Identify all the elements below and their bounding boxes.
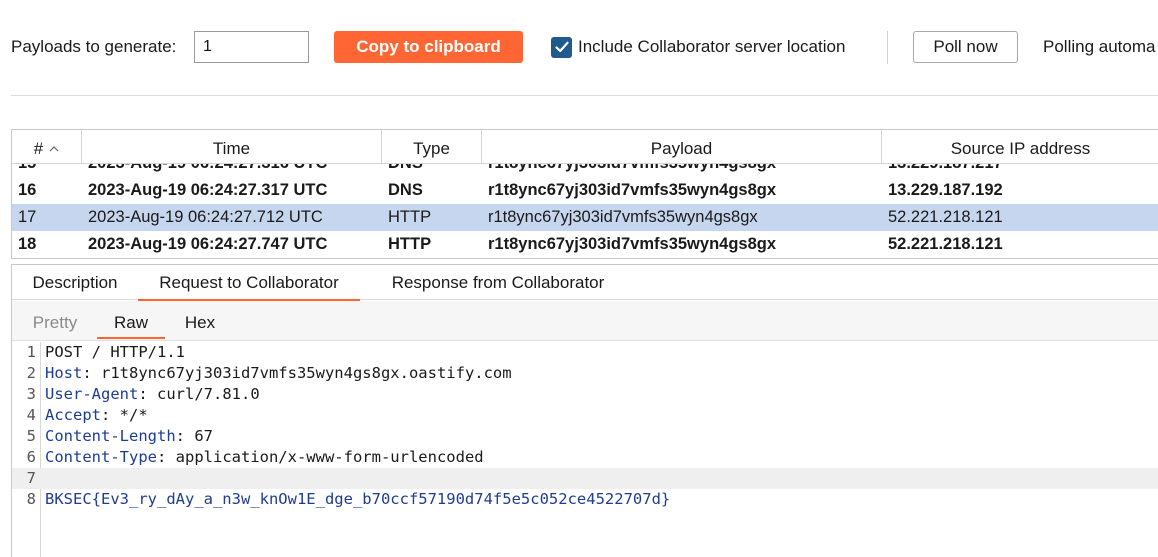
line-number: 6 xyxy=(26,448,36,466)
message-view-tabs: Pretty Raw Hex xyxy=(12,301,1158,341)
interactions-table: # Time Type Payload Source IP address 15… xyxy=(11,129,1158,259)
column-header-number[interactable]: # xyxy=(12,130,82,164)
include-location-checkbox[interactable]: Include Collaborator server location xyxy=(551,35,845,59)
code-line-current[interactable]: 7 xyxy=(12,468,1158,489)
raw-request-editor[interactable]: 1 POST / HTTP/1.1 2 Host: r1t8ync67yj303… xyxy=(12,342,1158,557)
cell-time: 2023-Aug-19 06:24:27.317 UTC xyxy=(88,181,328,199)
cell-source-ip: 52.221.218.121 xyxy=(888,208,1003,226)
toolbar-divider xyxy=(887,31,888,64)
cell-time: 2023-Aug-19 06:24:27.747 UTC xyxy=(88,235,328,253)
code-line[interactable]: 5 Content-Length: 67 xyxy=(12,426,1158,447)
subtab-raw[interactable]: Raw xyxy=(97,311,165,341)
cell-number: 18 xyxy=(18,235,37,253)
request-body: BKSEC{Ev3_ry_dAy_a_n3w_knOw1E_dge_b70ccf… xyxy=(45,490,671,508)
code-line[interactable]: 3 User-Agent: curl/7.81.0 xyxy=(12,384,1158,405)
line-number: 3 xyxy=(26,385,36,403)
subtab-pretty[interactable]: Pretty xyxy=(24,311,86,341)
cell-source-ip: 52.221.218.121 xyxy=(888,235,1003,253)
request-line: POST / HTTP/1.1 xyxy=(45,343,185,361)
header-name: Content-Length xyxy=(45,427,176,445)
cell-type: HTTP xyxy=(388,208,432,226)
header-name: Host xyxy=(45,364,83,382)
line-number: 8 xyxy=(26,490,36,508)
cell-number: 16 xyxy=(18,181,37,199)
polling-automatically-label: Polling automa xyxy=(1043,37,1156,56)
line-number: 1 xyxy=(26,343,36,361)
tab-description[interactable]: Description xyxy=(18,265,132,300)
interaction-detail-pane: Description Request to Collaborator Resp… xyxy=(11,264,1158,557)
code-line[interactable]: 6 Content-Type: application/x-www-form-u… xyxy=(12,447,1158,468)
poll-now-button[interactable]: Poll now xyxy=(913,31,1018,63)
table-row[interactable]: 16 2023-Aug-19 06:24:27.317 UTC DNS r1t8… xyxy=(12,177,1158,204)
column-header-type[interactable]: Type xyxy=(382,130,482,164)
table-header: # Time Type Payload Source IP address xyxy=(12,130,1158,164)
header-name: Content-Type xyxy=(45,448,157,466)
include-location-label: Include Collaborator server location xyxy=(578,37,846,56)
cell-payload: r1t8ync67yj303id7vmfs35wyn4gs8gx xyxy=(488,235,777,253)
subtab-hex[interactable]: Hex xyxy=(168,311,232,341)
code-line[interactable]: 2 Host: r1t8ync67yj303id7vmfs35wyn4gs8gx… xyxy=(12,363,1158,384)
line-number: 2 xyxy=(26,364,36,382)
line-number: 4 xyxy=(26,406,36,424)
header-name: Accept xyxy=(45,406,101,424)
cell-type: DNS xyxy=(388,181,423,199)
column-header-source-ip[interactable]: Source IP address xyxy=(882,130,1158,164)
payloads-count-input[interactable] xyxy=(194,31,309,63)
table-body: 15 2023-Aug-19 06:24:27.316 UTC DNS r1t8… xyxy=(12,150,1158,258)
header-value: */* xyxy=(119,406,148,424)
table-row-selected[interactable]: 17 2023-Aug-19 06:24:27.712 UTC HTTP r1t… xyxy=(12,204,1158,231)
column-header-payload[interactable]: Payload xyxy=(482,130,882,164)
cell-payload: r1t8ync67yj303id7vmfs35wyn4gs8gx xyxy=(488,208,758,226)
toolbar-divider-horizontal xyxy=(11,95,1158,96)
cell-type: HTTP xyxy=(388,235,432,253)
code-line[interactable]: 4 Accept: */* xyxy=(12,405,1158,426)
code-line[interactable]: 8 BKSEC{Ev3_ry_dAy_a_n3w_knOw1E_dge_b70c… xyxy=(12,489,1158,510)
cell-payload: r1t8ync67yj303id7vmfs35wyn4gs8gx xyxy=(488,181,777,199)
cell-number: 17 xyxy=(18,208,37,226)
tab-response-from-collaborator[interactable]: Response from Collaborator xyxy=(378,265,618,300)
chevron-up-icon xyxy=(49,146,59,152)
header-name: User-Agent xyxy=(45,385,139,403)
table-row[interactable]: 18 2023-Aug-19 06:24:27.747 UTC HTTP r1t… xyxy=(12,231,1158,258)
header-value: 67 xyxy=(194,427,213,445)
column-header-time[interactable]: Time xyxy=(82,130,382,164)
tab-request-to-collaborator[interactable]: Request to Collaborator xyxy=(138,265,360,301)
collaborator-toolbar: Payloads to generate: Copy to clipboard … xyxy=(0,0,1158,95)
copy-to-clipboard-button[interactable]: Copy to clipboard xyxy=(334,31,523,63)
cell-time: 2023-Aug-19 06:24:27.712 UTC xyxy=(88,208,323,226)
detail-tabs: Description Request to Collaborator Resp… xyxy=(12,265,1158,301)
header-value: r1t8ync67yj303id7vmfs35wyn4gs8gx.oastify… xyxy=(101,364,512,382)
cell-source-ip: 13.229.187.192 xyxy=(888,181,1003,199)
header-value: curl/7.81.0 xyxy=(157,385,260,403)
checkmark-icon[interactable] xyxy=(551,36,572,58)
line-number: 5 xyxy=(26,427,36,445)
payloads-label: Payloads to generate: xyxy=(11,37,177,56)
header-value: application/x-www-form-urlencoded xyxy=(175,448,484,466)
code-line[interactable]: 1 POST / HTTP/1.1 xyxy=(12,342,1158,363)
line-number: 7 xyxy=(26,469,36,487)
